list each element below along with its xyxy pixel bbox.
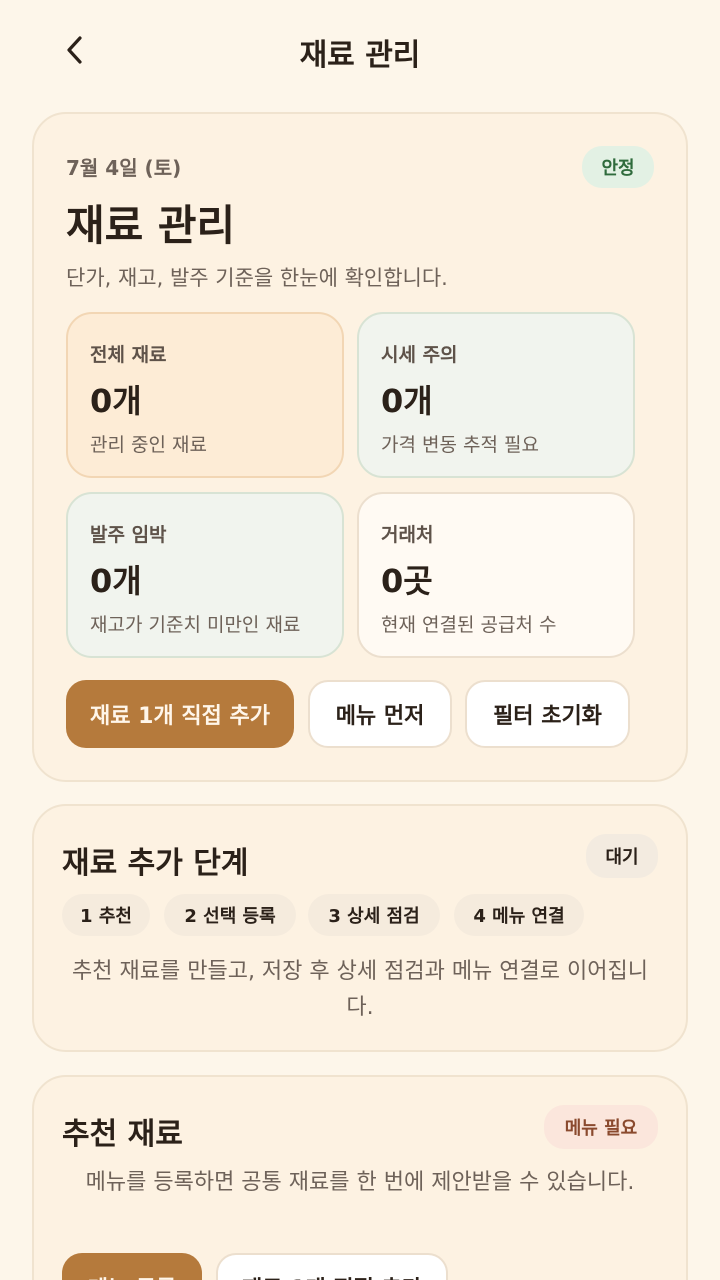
stat-label: 거래처 [381,524,434,546]
steps-card: 재료 추가 단계 대기 1 추천 2 선택 등록 3 상세 점검 4 메뉴 연결… [32,804,688,1052]
step-chip-select-register[interactable]: 2 선택 등록 [164,894,296,936]
stat-card-price-alert[interactable]: 시세 주의 0개 가격 변동 추적 필요 [357,312,635,478]
stat-value: 0개 [381,382,433,420]
step-chip-recommend[interactable]: 1 추천 [62,894,150,936]
stat-card-order-soon[interactable]: 발주 임박 0개 재고가 기준치 미만인 재료 [66,492,344,658]
steps-title: 재료 추가 단계 [62,846,249,881]
step-chip-menu-link[interactable]: 4 메뉴 연결 [454,894,584,936]
stat-caption: 가격 변동 추적 필요 [381,434,539,456]
steps-description: 추천 재료를 만들고, 저장 후 상세 점검과 메뉴 연결로 이어집니다. [72,959,648,1020]
status-badge: 안정 [582,146,654,188]
recommend-card: 추천 재료 메뉴 필요 메뉴를 등록하면 공통 재료를 한 번에 제안받을 수 … [32,1075,688,1280]
stat-value: 0곳 [381,562,433,600]
overview-description: 단가, 재고, 발주 기준을 한눈에 확인합니다. [66,266,448,290]
add-ingredient-button[interactable]: 재료 1개 직접 추가 [66,680,294,748]
stat-caption: 현재 연결된 공급처 수 [381,614,557,636]
reset-filter-button[interactable]: 필터 초기화 [465,680,630,748]
stat-card-total-ingredients[interactable]: 전체 재료 0개 관리 중인 재료 [66,312,344,478]
step-chip-detail-check[interactable]: 3 상세 점검 [308,894,440,936]
overview-title: 재료 관리 [66,201,236,250]
app-screen: 재료 관리 7월 4일 (토) 안정 재료 관리 단가, 재고, 발주 기준을 … [0,0,720,1280]
stat-label: 발주 임박 [90,524,167,546]
top-app-bar: 재료 관리 [0,0,720,100]
overview-card: 7월 4일 (토) 안정 재료 관리 단가, 재고, 발주 기준을 한눈에 확인… [32,112,688,782]
stat-value: 0개 [90,562,142,600]
menu-needed-badge: 메뉴 필요 [544,1105,658,1149]
register-menu-button[interactable]: 메뉴 등록 [62,1253,202,1280]
stat-value: 0개 [90,382,142,420]
add-ingredient-direct-button[interactable]: 재료 1개 직접 추가 [216,1253,448,1280]
date-label: 7월 4일 (토) [66,156,182,180]
menu-first-button[interactable]: 메뉴 먼저 [308,680,452,748]
recommend-description: 메뉴를 등록하면 공통 재료를 한 번에 제안받을 수 있습니다. [85,1170,635,1195]
steps-status-badge: 대기 [586,834,658,878]
stat-card-suppliers[interactable]: 거래처 0곳 현재 연결된 공급처 수 [357,492,635,658]
stat-caption: 관리 중인 재료 [90,434,207,456]
stat-label: 전체 재료 [90,344,167,366]
stat-caption: 재고가 기준치 미만인 재료 [90,614,301,636]
recommend-title: 추천 재료 [62,1117,183,1152]
page-title: 재료 관리 [299,38,421,73]
stat-label: 시세 주의 [381,344,458,366]
